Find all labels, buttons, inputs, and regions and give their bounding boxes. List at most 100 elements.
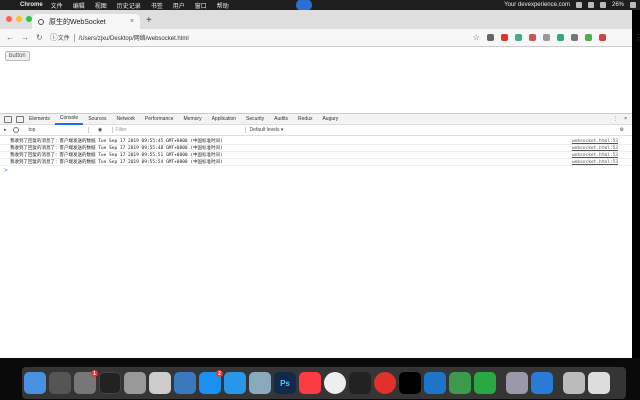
menu-history[interactable]: 历史记录	[117, 1, 141, 10]
system-app-icon[interactable]	[506, 372, 528, 394]
address-bar[interactable]: ⓘ 文件 /Users/zjxu/Desktop/网络/websocket.ht…	[50, 31, 462, 44]
webstorm-icon[interactable]	[249, 372, 271, 394]
clear-console-icon[interactable]	[12, 127, 19, 133]
window-controls	[6, 16, 32, 22]
tab-console[interactable]: Console	[54, 114, 84, 125]
finder-icon[interactable]	[24, 372, 46, 394]
volume-icon[interactable]	[599, 2, 606, 8]
app-store-icon[interactable]: 2	[199, 370, 223, 394]
tab-network[interactable]: Network	[112, 114, 140, 125]
live-expression-icon[interactable]: ◉	[97, 127, 104, 133]
tab-performance[interactable]: Performance	[140, 114, 179, 125]
extension-6-icon[interactable]	[556, 34, 564, 41]
log-source-link[interactable]: websocket.html:53	[572, 153, 618, 158]
page-content: button	[0, 47, 632, 123]
menu-edit[interactable]: 编辑	[73, 1, 85, 10]
devtools-close-icon[interactable]: ×	[624, 116, 627, 122]
extension-5-icon[interactable]	[542, 34, 550, 41]
tab-memory[interactable]: Memory	[179, 114, 207, 125]
launchpad-icon[interactable]	[49, 372, 71, 394]
network-app-icon[interactable]	[174, 372, 196, 394]
app-with-badge-icon[interactable]: 1	[74, 370, 98, 394]
console-log-row: 我收到了回复的消息了：客户端发送的数据 Tue Sep 17 2019 09:5…	[0, 159, 632, 166]
log-source-link[interactable]: websocket.html:53	[572, 139, 618, 144]
menu-bookmarks[interactable]: 书签	[151, 1, 163, 10]
activity-monitor-icon[interactable]	[99, 372, 121, 394]
pause-icon[interactable]	[575, 2, 582, 8]
menubar-app-name[interactable]: Chrome	[20, 2, 43, 8]
log-source-link[interactable]: websocket.html:53	[572, 146, 618, 151]
tab-application[interactable]: Application	[207, 114, 241, 125]
terminal-icon[interactable]	[349, 372, 371, 394]
menu-help[interactable]: 帮助	[217, 1, 229, 10]
menu-file[interactable]: 文件	[51, 1, 63, 10]
page-button[interactable]: button	[5, 51, 30, 61]
extension-8-icon[interactable]	[584, 34, 592, 41]
wifi-icon[interactable]	[587, 2, 594, 8]
back-icon[interactable]: ←	[6, 33, 14, 42]
trash-icon[interactable]	[588, 372, 610, 394]
browser-tab[interactable]: 原生的WebSocket ×	[32, 14, 140, 29]
extension-4-icon[interactable]	[528, 34, 536, 41]
preview-icon[interactable]	[149, 372, 171, 394]
console-log-list: 我收到了回复的消息了：客户端发送的数据 Tue Sep 17 2019 09:5…	[0, 136, 632, 174]
extension-3-icon[interactable]	[514, 34, 522, 41]
notes-app-icon[interactable]	[124, 372, 146, 394]
reload-icon[interactable]: ↻	[36, 33, 43, 42]
safari-icon[interactable]	[224, 372, 246, 394]
extension-7-icon[interactable]	[570, 34, 578, 41]
log-message: 我收到了回复的消息了：客户端发送的数据 Tue Sep 17 2019 09:5…	[10, 153, 223, 158]
sidebar-toggle-icon[interactable]: ▸	[4, 127, 7, 133]
close-window-button[interactable]	[6, 16, 12, 22]
extension-2-icon[interactable]	[500, 34, 508, 41]
downloads-stack-icon[interactable]	[563, 372, 585, 394]
netease-music-icon[interactable]	[374, 372, 396, 394]
intellij-icon[interactable]	[399, 372, 421, 394]
tab-sources[interactable]: Sources	[83, 114, 111, 125]
devtools-actions: ⋮ ×	[613, 116, 627, 122]
tab-security[interactable]: Security	[241, 114, 269, 125]
photoshop-icon[interactable]: Ps	[274, 372, 296, 394]
info-icon[interactable]: ⓘ	[50, 32, 58, 43]
bookmark-star-icon[interactable]: ☆	[473, 33, 480, 42]
wechat-icon[interactable]	[474, 372, 496, 394]
forward-icon[interactable]: →	[21, 33, 29, 42]
tab-augury[interactable]: Augury	[317, 114, 343, 125]
url-text[interactable]: /Users/zjxu/Desktop/网络/websocket.html	[79, 33, 189, 42]
macos-menubar: Chrome 文件 编辑 视图 历史记录 书签 用户 窗口 帮助 Your de…	[0, 0, 640, 11]
console-prompt[interactable]: >	[0, 168, 632, 174]
menu-window[interactable]: 窗口	[195, 1, 207, 10]
menu-view[interactable]: 视图	[95, 1, 107, 10]
log-levels-dropdown[interactable]: Default levels ▾	[250, 127, 284, 133]
new-tab-button[interactable]: +	[146, 15, 152, 26]
devtools-tabbar: Elements Console Sources Network Perform…	[0, 114, 632, 125]
console-filter-input[interactable]: Filter	[111, 127, 246, 133]
devtools-menu-icon[interactable]: ⋮	[613, 116, 618, 122]
log-message: 我收到了回复的消息了：客户端发送的数据 Tue Sep 17 2019 09:5…	[10, 160, 223, 165]
console-settings-icon[interactable]: ⚙	[620, 127, 624, 133]
music-icon[interactable]	[299, 372, 321, 394]
context-selector[interactable]: top	[27, 127, 89, 133]
macos-dock: 1 2 Ps	[22, 367, 626, 399]
tab-elements[interactable]: Elements	[24, 114, 55, 125]
log-message: 我收到了回复的消息了：客户端发送的数据 Tue Sep 17 2019 09:5…	[10, 146, 223, 151]
menu-people[interactable]: 用户	[173, 1, 185, 10]
minimize-window-button[interactable]	[16, 16, 22, 22]
extension-9-icon[interactable]	[598, 34, 606, 41]
tab-audits[interactable]: Audits	[269, 114, 293, 125]
console-toolbar: ▸ top ◉ Filter Default levels ▾ ⚙	[0, 125, 632, 136]
extension-1-icon[interactable]	[486, 34, 494, 41]
log-source-link[interactable]: websocket.html:53	[572, 160, 618, 165]
quicktime-icon[interactable]	[531, 372, 553, 394]
more-menu-icon[interactable]: ⋮	[634, 33, 640, 42]
battery-text[interactable]: 26%	[612, 2, 624, 8]
chrome-icon[interactable]	[324, 372, 346, 394]
menubar-status-text: Your devexperience.com	[504, 2, 570, 8]
tab-redux[interactable]: Redux	[293, 114, 317, 125]
vscode-icon[interactable]	[424, 372, 446, 394]
app-green-icon[interactable]	[449, 372, 471, 394]
search-icon[interactable]	[630, 2, 636, 8]
close-tab-icon[interactable]: ×	[130, 18, 134, 25]
device-toolbar-icon[interactable]	[16, 115, 24, 123]
inspect-element-icon[interactable]	[4, 115, 12, 123]
